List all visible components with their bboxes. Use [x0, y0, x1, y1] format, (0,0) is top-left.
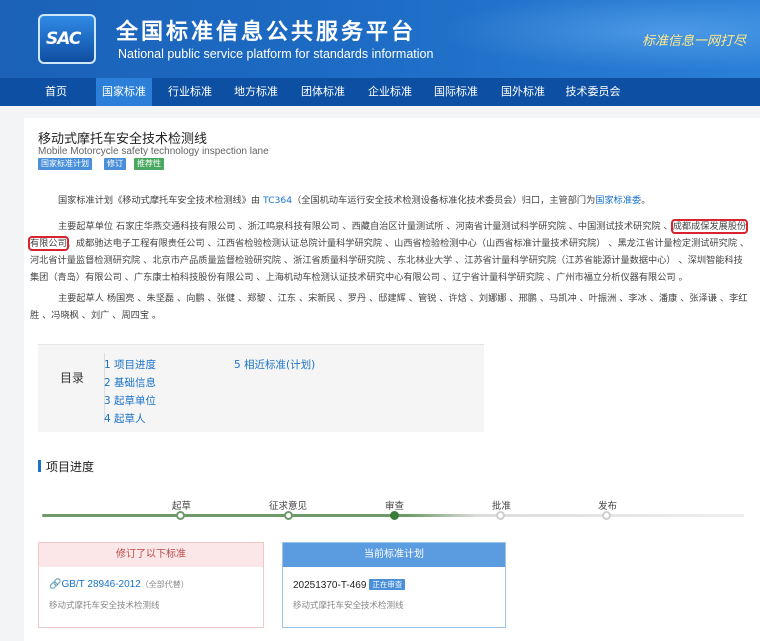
revised-standards-box: 修订了以下标准 🔗GB/T 28946-2012（全部代替） 移动式摩托车安全技…: [38, 542, 264, 628]
site-header: SAC 全国标准信息公共服务平台 National public service…: [0, 0, 760, 78]
revised-standard-link[interactable]: GB/T 28946-2012: [61, 579, 140, 590]
page-title: 移动式摩托车安全技术检测线: [38, 132, 208, 147]
plan-intro-mid: （全国机动车运行安全技术检测设备标准化技术委员会）归口，主管部门为: [292, 195, 596, 206]
toc-item-similar-standards[interactable]: 5 相近标准(计划): [234, 357, 315, 372]
step-dot-approve: [496, 511, 505, 520]
site-slogan: 标准信息一网打尽: [641, 34, 746, 49]
sac-logo[interactable]: SAC: [38, 14, 96, 64]
dept-link[interactable]: 国家标准委: [595, 195, 641, 206]
nav-item-group[interactable]: 团体标准: [295, 78, 351, 106]
page-title-en: Mobile Motorcycle safety technology insp…: [38, 146, 269, 157]
step-label-review: 审查: [385, 501, 405, 512]
step-dot-publish: [602, 511, 611, 520]
drafting-units-text-a: 石家庄华燕交通科技有限公司 、浙江鸣泉科技有限公司 、西藏自治区计量测试所 、河…: [116, 221, 673, 232]
drafting-units-text-b: 、成都驰达电子工程有限责任公司 、江西省检验检测认证总院计量科学研究院 、山西省…: [30, 238, 750, 283]
nav-item-industry[interactable]: 行业标准: [162, 78, 218, 106]
drafting-units-label: 主要起草单位: [58, 221, 114, 232]
drafters-text: 杨国亮 、朱坚磊 、向鹏 、张健 、郑黎 、江东 、宋新民 、罗丹 、邸建辉 、…: [30, 293, 748, 321]
current-plan-header: 当前标准计划: [283, 543, 505, 567]
step-label-approve: 批准: [492, 501, 512, 512]
main-nav: 首页 国家标准 行业标准 地方标准 团体标准 企业标准 国际标准 国外标准 技术…: [0, 78, 760, 106]
drafters: 主要起草人 杨国亮 、朱坚磊 、向鹏 、张健 、郑黎 、江东 、宋新民 、罗丹 …: [30, 290, 752, 324]
toc-item-drafters[interactable]: 4 起草人: [104, 411, 146, 426]
step-dot-review: [390, 511, 399, 520]
tag-national-plan: 国家标准计划: [38, 158, 92, 170]
tag-recommended: 推荐性: [134, 158, 164, 170]
tc-link[interactable]: TC364: [263, 195, 292, 206]
nav-item-enterprise[interactable]: 企业标准: [362, 78, 418, 106]
section-accent-bar: [38, 460, 41, 472]
progress-section-title: 项目进度: [46, 460, 95, 474]
status-badge: 正在审查: [369, 579, 406, 590]
step-label-draft: 起草: [172, 501, 192, 512]
nav-item-foreign[interactable]: 国外标准: [495, 78, 551, 106]
nav-item-international[interactable]: 国际标准: [428, 78, 484, 106]
step-dot-draft: [176, 511, 185, 520]
current-plan-name: 移动式摩托车安全技术检测线: [293, 601, 404, 611]
step-label-publish: 发布: [598, 501, 618, 512]
site-title: 全国标准信息公共服务平台: [116, 20, 417, 45]
toc-item-basic-info[interactable]: 2 基础信息: [104, 375, 156, 390]
toc-item-drafting-units[interactable]: 3 起草单位: [104, 393, 156, 408]
revised-standard-entry: 🔗GB/T 28946-2012（全部代替）: [49, 579, 189, 590]
drafters-label: 主要起草人: [58, 293, 104, 304]
nav-item-home[interactable]: 首页: [36, 78, 76, 106]
current-plan-box: 当前标准计划 20251370-T-469 正在审查 移动式摩托车安全技术检测线: [282, 542, 506, 628]
step-dot-comment: [284, 511, 293, 520]
toc-item-progress[interactable]: 1 项目进度: [104, 357, 156, 372]
revised-standard-name: 移动式摩托车安全技术检测线: [49, 601, 160, 611]
drafting-units: 主要起草单位 石家庄华燕交通科技有限公司 、浙江鸣泉科技有限公司 、西藏自治区计…: [27, 218, 752, 286]
current-plan-entry: 20251370-T-469 正在审查: [293, 579, 406, 591]
step-label-comment: 征求意见: [269, 501, 308, 512]
table-of-contents: 目录 1 项目进度 2 基础信息 3 起草单位 4 起草人 5 相近标准(计划): [38, 344, 484, 432]
revised-standard-note: （全部代替）: [140, 580, 189, 589]
revised-standards-header: 修订了以下标准: [39, 543, 263, 567]
nav-item-committee[interactable]: 技术委员会: [560, 78, 626, 106]
plan-intro: 国家标准计划《移动式摩托车安全技术检测线》由 TC364（全国机动车运行安全技术…: [58, 195, 651, 206]
current-plan-number: 20251370-T-469: [293, 580, 367, 591]
standard-detail-card: 移动式摩托车安全技术检测线 Mobile Motorcycle safety t…: [24, 118, 760, 641]
nav-item-local[interactable]: 地方标准: [228, 78, 284, 106]
nav-item-national[interactable]: 国家标准: [96, 78, 152, 106]
tag-revision: 修订: [104, 158, 126, 170]
toc-title: 目录: [60, 371, 85, 385]
site-subtitle: National public service platform for sta…: [118, 47, 434, 61]
logo-text: SAC: [46, 29, 81, 49]
plan-intro-pre: 国家标准计划《移动式摩托车安全技术检测线》由: [58, 195, 261, 206]
link-icon: 🔗: [49, 579, 62, 590]
